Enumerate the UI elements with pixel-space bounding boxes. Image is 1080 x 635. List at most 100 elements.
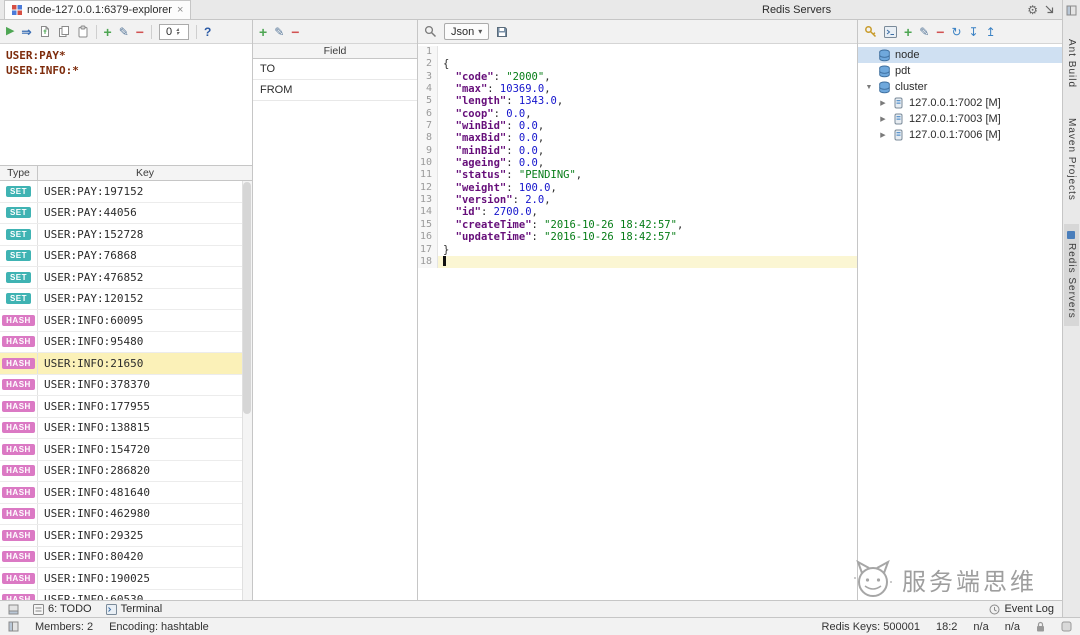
key-row[interactable]: HASHUSER:INFO:60530 [0, 590, 252, 601]
editor-line[interactable]: 16 "updateTime": "2016-10-26 18:42:57" [418, 231, 857, 243]
editor-line[interactable]: 6 "coop": 0.0, [418, 108, 857, 120]
edit-field-icon[interactable]: ✎ [274, 26, 284, 38]
tree-collapse-icon[interactable]: ▼ [864, 84, 874, 91]
expand-all-icon[interactable]: ↧ [969, 26, 979, 38]
editor-line[interactable]: 1 [418, 46, 857, 58]
paste-icon[interactable] [77, 25, 89, 38]
run-query-icon[interactable]: ▶ [6, 26, 14, 37]
delete-key-icon[interactable]: − [136, 25, 144, 39]
close-icon[interactable]: × [177, 4, 183, 16]
tree-expand-icon[interactable]: ▶ [878, 131, 888, 139]
tree-node[interactable]: ▶127.0.0.1:7002 [M] [858, 95, 1062, 111]
event-log-button[interactable]: Event Log [989, 603, 1054, 615]
spinner-arrows-icon[interactable]: ▴▾ [176, 28, 179, 36]
query-area[interactable]: USER:PAY*USER:INFO:* [0, 44, 252, 166]
editor-line[interactable]: 4 "max": 10369.0, [418, 83, 857, 95]
editor-line[interactable]: 11 "status": "PENDING", [418, 169, 857, 181]
field-column-header[interactable]: Field [253, 44, 417, 59]
tree-node[interactable]: ▶127.0.0.1:7006 [M] [858, 127, 1062, 143]
tree-expand-icon[interactable]: ▶ [878, 115, 888, 123]
save-icon[interactable] [496, 26, 508, 38]
key-row[interactable]: HASHUSER:INFO:21650 [0, 353, 252, 375]
key-row[interactable]: SETUSER:PAY:197152 [0, 181, 252, 203]
editor-line[interactable]: 3 "code": "2000", [418, 71, 857, 83]
status-toggle-icon[interactable] [8, 621, 19, 632]
key-row[interactable]: HASHUSER:INFO:190025 [0, 568, 252, 590]
export-icon[interactable] [39, 25, 51, 38]
scrollbar-thumb[interactable] [243, 182, 251, 414]
field-row[interactable]: TO [253, 59, 417, 80]
key-row[interactable]: HASHUSER:INFO:154720 [0, 439, 252, 461]
key-table-scrollbar[interactable] [242, 181, 252, 600]
editor-line[interactable]: 10 "ageing": 0.0, [418, 157, 857, 169]
key-row[interactable]: SETUSER:PAY:120152 [0, 289, 252, 311]
edit-key-icon[interactable]: ✎ [119, 26, 129, 38]
type-column-header[interactable]: Type [0, 166, 38, 180]
editor-line[interactable]: 8 "maxBid": 0.0, [418, 132, 857, 144]
editor-lines[interactable]: 12{3 "code": "2000",4 "max": 10369.0,5 "… [418, 44, 857, 599]
key-row[interactable]: HASHUSER:INFO:177955 [0, 396, 252, 418]
field-row[interactable]: FROM [253, 80, 417, 101]
editor-line[interactable]: 2{ [418, 58, 857, 70]
tree-node[interactable]: ▶127.0.0.1:7003 [M] [858, 111, 1062, 127]
key-row[interactable]: HASHUSER:INFO:481640 [0, 482, 252, 504]
tree-node[interactable]: ▼cluster [858, 79, 1062, 95]
key-row[interactable]: HASHUSER:INFO:95480 [0, 332, 252, 354]
help-icon[interactable]: ? [204, 26, 211, 38]
key-row[interactable]: SETUSER:PAY:76868 [0, 246, 252, 268]
edit-server-icon[interactable]: ✎ [919, 26, 929, 38]
collapse-all-icon[interactable]: ↥ [986, 26, 996, 38]
add-server-icon[interactable]: + [904, 25, 912, 39]
key-row[interactable]: SETUSER:PAY:44056 [0, 203, 252, 225]
key-row[interactable]: HASHUSER:INFO:462980 [0, 504, 252, 526]
query-line[interactable]: USER:INFO:* [6, 63, 246, 78]
editor-line[interactable]: 7 "winBid": 0.0, [418, 120, 857, 132]
editor-line[interactable]: 9 "minBid": 0.0, [418, 145, 857, 157]
editor-line[interactable]: 5 "length": 1343.0, [418, 95, 857, 107]
rerun-icon[interactable]: ⇒ [21, 26, 31, 38]
tab-todo[interactable]: 6: TODO [33, 603, 92, 615]
remove-server-icon[interactable]: − [936, 25, 944, 39]
tool-strip-maven-projects[interactable]: Maven Projects [1064, 111, 1079, 208]
db-index-spinner[interactable]: 0 ▴▾ [159, 24, 189, 40]
editor-line[interactable]: 12 "weight": 100.0, [418, 182, 857, 194]
add-field-icon[interactable]: + [259, 25, 267, 39]
tree-node[interactable]: node [858, 47, 1062, 63]
editor-line[interactable]: 18 [418, 256, 857, 268]
key-row[interactable]: HASHUSER:INFO:60095 [0, 310, 252, 332]
query-line[interactable]: USER:PAY* [6, 48, 246, 63]
editor-line[interactable]: 14 "id": 2700.0, [418, 206, 857, 218]
tool-strip-redis-servers[interactable]: Redis Servers [1064, 224, 1079, 326]
key-column-header[interactable]: Key [38, 167, 252, 179]
key-row[interactable]: SETUSER:PAY:476852 [0, 267, 252, 289]
toolwindow-icon[interactable] [8, 604, 19, 615]
tree-node[interactable]: pdt [858, 63, 1062, 79]
tool-strip-ant-build[interactable]: Ant Build [1064, 32, 1079, 95]
key-row[interactable]: HASHUSER:INFO:80420 [0, 547, 252, 569]
explorer-tab[interactable]: node-127.0.0.1:6379-explorer × [4, 0, 191, 19]
tab-title: node-127.0.0.1:6379-explorer [27, 4, 172, 16]
indicator-icon[interactable] [1061, 621, 1072, 632]
tree-expand-icon[interactable]: ▶ [878, 99, 888, 107]
editor-line[interactable]: 15 "createTime": "2016-10-26 18:42:57", [418, 219, 857, 231]
key-row[interactable]: SETUSER:PAY:152728 [0, 224, 252, 246]
editor-line[interactable]: 13 "version": 2.0, [418, 194, 857, 206]
tab-terminal[interactable]: Terminal [106, 603, 163, 615]
key-row[interactable]: HASHUSER:INFO:286820 [0, 461, 252, 483]
delete-field-icon[interactable]: − [291, 25, 299, 39]
lock-icon[interactable] [1036, 621, 1045, 632]
toolwindow-switcher-icon[interactable] [1066, 5, 1077, 16]
hide-panel-icon[interactable] [1044, 4, 1055, 15]
key-row[interactable]: HASHUSER:INFO:378370 [0, 375, 252, 397]
format-dropdown[interactable]: Json ▾ [444, 23, 489, 40]
gear-icon[interactable]: ⚙ [1027, 4, 1038, 16]
search-icon[interactable] [424, 25, 437, 38]
key-row[interactable]: HASHUSER:INFO:138815 [0, 418, 252, 440]
editor-line[interactable]: 17} [418, 244, 857, 256]
refresh-icon[interactable]: ↻ [951, 26, 961, 38]
add-key-icon[interactable]: + [104, 25, 112, 39]
console-icon[interactable] [884, 26, 897, 38]
key-row[interactable]: HASHUSER:INFO:29325 [0, 525, 252, 547]
copy-icon[interactable] [58, 25, 70, 38]
key-icon[interactable] [864, 25, 877, 38]
